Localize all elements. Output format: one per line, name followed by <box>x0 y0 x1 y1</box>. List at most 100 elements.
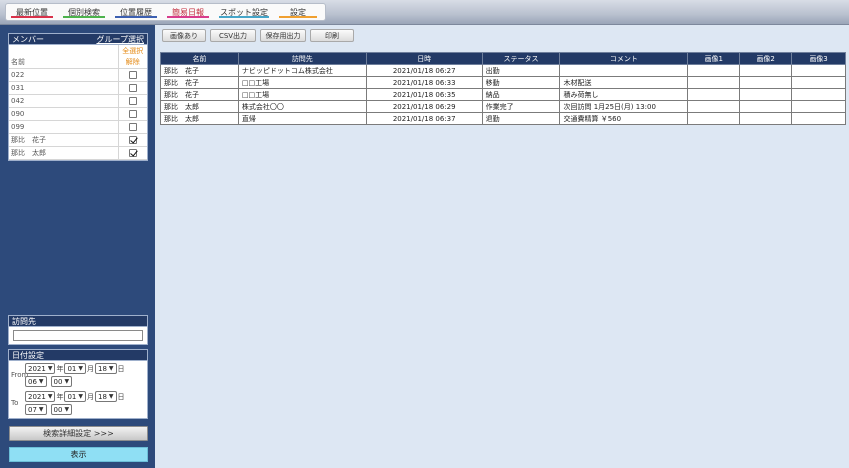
tab-individual-search[interactable]: 個別検索 <box>58 4 110 20</box>
table-cell: 株式会社〇〇 <box>237 100 367 113</box>
search-detail-button[interactable]: 検索詳細設定 >>> <box>9 426 148 441</box>
member-name: 031 <box>9 81 118 95</box>
show-button[interactable]: 表示 <box>9 447 148 462</box>
member-row: 那比 太郎 <box>9 146 147 160</box>
table-cell: 2021/01/18 06:37 <box>365 112 483 125</box>
table-cell: 作業完了 <box>481 100 561 113</box>
from-year-select[interactable]: 2021 ▼ <box>25 363 56 374</box>
table-cell: 次回訪問 1月25日(月) 13:00 <box>559 100 689 113</box>
tab-underline <box>279 16 317 18</box>
with-image-button[interactable]: 画像あり <box>162 29 206 42</box>
tab-latest-position[interactable]: 最新位置 <box>6 4 58 20</box>
from-day-select[interactable]: 18 ▼ <box>95 363 117 374</box>
clear-link[interactable]: 解除 <box>126 58 140 66</box>
table-row[interactable]: 那比 花子 □□工場 2021/01/18 06:33 移動 木材配送 <box>160 76 846 89</box>
from-month-select[interactable]: 01 ▼ <box>64 363 86 374</box>
member-checkbox[interactable] <box>128 135 137 144</box>
table-cell: 那比 太郎 <box>160 112 239 125</box>
select-all-link[interactable]: 全選択 <box>122 47 143 55</box>
date-panel: 日付設定 From 2021 ▼ 年 01 ▼ 月 18 ▼ 日 06 ▼ 00 ▼ <box>8 349 148 419</box>
tab-underline <box>11 16 53 18</box>
sidebar: メンバー グループ選択 全選択 名前 解除 022 031 042 090 099 那比 … <box>0 25 155 468</box>
table-cell <box>739 64 793 77</box>
from-minute-select[interactable]: 00 ▼ <box>50 376 73 387</box>
table-cell <box>687 76 741 89</box>
member-checkbox[interactable] <box>128 148 137 157</box>
table-cell: 2021/01/18 06:29 <box>365 100 483 113</box>
member-checkbox[interactable] <box>128 109 137 118</box>
member-row: 031 <box>9 81 147 95</box>
table-header-row: 名前 訪問先 日時 ステータス コメント 画像1 画像2 画像3 <box>160 52 846 65</box>
member-name: 090 <box>9 107 118 121</box>
table-row[interactable]: 那比 花子 □□工場 2021/01/18 06:35 納品 積み荷無し <box>160 88 846 101</box>
column-header[interactable]: 画像3 <box>791 52 846 65</box>
column-header[interactable]: 画像2 <box>739 52 793 65</box>
table-cell <box>559 64 689 77</box>
table-cell: 2021/01/18 06:33 <box>365 76 483 89</box>
column-header[interactable]: 訪問先 <box>237 52 367 65</box>
table-cell: 退勤 <box>481 112 561 125</box>
table-cell <box>739 88 793 101</box>
to-month-select[interactable]: 01 ▼ <box>64 391 86 402</box>
member-row: 042 <box>9 94 147 108</box>
member-checkbox[interactable] <box>128 122 137 131</box>
to-day-select[interactable]: 18 ▼ <box>95 391 117 402</box>
member-row: 022 <box>9 68 147 82</box>
csv-export-button[interactable]: CSV出力 <box>210 29 256 42</box>
save-export-button[interactable]: 保存用出力 <box>260 29 306 42</box>
member-name: 042 <box>9 94 118 108</box>
from-label: From <box>11 371 29 379</box>
table-cell <box>791 64 846 77</box>
table-row[interactable]: 那比 太郎 直帰 2021/01/18 06:37 退勤 交通費精算 ￥560 <box>160 112 846 125</box>
tab-position-history[interactable]: 位置履歴 <box>110 4 162 20</box>
table-cell: ナビッピドットコム株式会社 <box>237 64 367 77</box>
member-title: メンバー <box>12 34 44 44</box>
to-minute-select[interactable]: 00 ▼ <box>50 404 73 415</box>
from-hour-select[interactable]: 06 ▼ <box>25 376 47 387</box>
member-checkbox[interactable] <box>128 96 137 105</box>
visit-panel: 訪問先 <box>8 315 148 345</box>
tab-underline <box>63 16 105 18</box>
column-header[interactable]: コメント <box>559 52 689 65</box>
tab-settings[interactable]: 設定 <box>274 4 322 20</box>
to-year-select[interactable]: 2021 ▼ <box>25 391 56 402</box>
column-header[interactable]: 日時 <box>365 52 483 65</box>
member-panel: メンバー グループ選択 全選択 名前 解除 022 031 042 090 099 那比 … <box>8 33 148 161</box>
table-cell <box>687 64 741 77</box>
visit-title: 訪問先 <box>12 316 36 326</box>
tab-simple-report[interactable]: 簡易日報 <box>162 4 214 20</box>
to-label: To <box>11 399 19 407</box>
table-cell: 2021/01/18 06:35 <box>365 88 483 101</box>
table-cell <box>791 76 846 89</box>
print-button[interactable]: 印刷 <box>310 29 354 42</box>
member-checkbox[interactable] <box>128 83 137 92</box>
column-header[interactable]: ステータス <box>481 52 561 65</box>
table-cell: 那比 花子 <box>160 64 239 77</box>
table-cell: 出勤 <box>481 64 561 77</box>
tab-underline <box>219 16 269 18</box>
group-select-link[interactable]: グループ選択 <box>96 34 144 45</box>
member-name: 那比 太郎 <box>9 146 118 160</box>
table-cell: 木材配送 <box>559 76 689 89</box>
table-cell: 那比 花子 <box>160 76 239 89</box>
main-area: 画像あり CSV出力 保存用出力 印刷 名前 訪問先 日時 ステータス コメント 画像1 画像2 画… <box>155 25 849 468</box>
visit-input[interactable] <box>13 330 143 341</box>
member-name-header: 名前 <box>9 56 118 69</box>
table-row[interactable]: 那比 花子 ナビッピドットコム株式会社 2021/01/18 06:27 出勤 <box>160 64 846 77</box>
table-cell: 直帰 <box>237 112 367 125</box>
member-checkbox[interactable] <box>128 70 137 79</box>
tab-underline <box>115 16 157 18</box>
table-row[interactable]: 那比 太郎 株式会社〇〇 2021/01/18 06:29 作業完了 次回訪問 1月25… <box>160 100 846 113</box>
column-header[interactable]: 画像1 <box>687 52 741 65</box>
table-cell <box>791 88 846 101</box>
table-cell: 交通費精算 ￥560 <box>559 112 689 125</box>
to-hour-select[interactable]: 07 ▼ <box>25 404 47 415</box>
column-header[interactable]: 名前 <box>160 52 239 65</box>
top-bar: 最新位置 個別検索 位置履歴 簡易日報 スポット設定 設定 <box>0 0 849 25</box>
table-cell: 2021/01/18 06:27 <box>365 64 483 77</box>
nav-tabs: 最新位置 個別検索 位置履歴 簡易日報 スポット設定 設定 <box>5 3 326 21</box>
tab-spot-settings[interactable]: スポット設定 <box>214 4 274 20</box>
member-name: 022 <box>9 68 118 82</box>
member-row: 090 <box>9 107 147 121</box>
member-name: 那比 花子 <box>9 133 118 147</box>
